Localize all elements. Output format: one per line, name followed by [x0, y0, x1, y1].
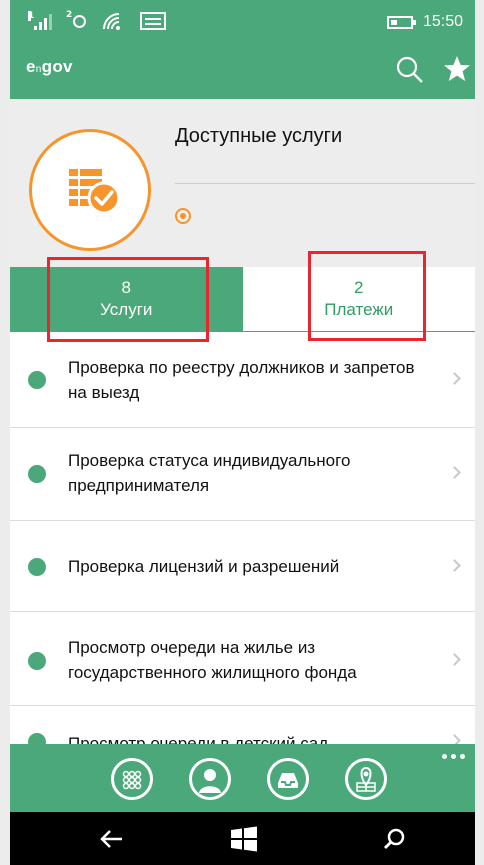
list-item-label: Просмотр очереди в детский сад — [68, 734, 329, 744]
page-title: Доступные услуги — [175, 125, 343, 147]
tab-bar: 8 Услуги 2 Платежи — [10, 267, 475, 332]
tab-payments-label: Платежи — [324, 300, 394, 319]
chevron-right-icon — [448, 734, 461, 744]
status-dot-icon — [28, 558, 46, 576]
inbox-icon[interactable] — [267, 758, 309, 800]
map-icon[interactable] — [345, 758, 387, 800]
search-icon[interactable] — [394, 54, 426, 86]
signal-2-number: 2 — [66, 10, 73, 20]
tab-services-label: Услуги — [100, 300, 153, 319]
status-dot-icon — [28, 465, 46, 483]
status-bar: 1 2 15:50 — [10, 0, 475, 48]
status-dot-icon — [28, 733, 46, 744]
more-icon[interactable] — [442, 754, 465, 759]
status-dot-icon — [28, 371, 46, 389]
list-item-label: Проверка лицензий и разрешений — [68, 557, 340, 576]
status-dot-icon — [28, 652, 46, 670]
list-item[interactable]: Проверка статуса индивидуального предпри… — [10, 428, 475, 521]
list-item[interactable]: Просмотр очереди на жилье из государстве… — [10, 612, 475, 706]
app-bar: engov — [10, 48, 475, 99]
egov-logo: engov — [26, 57, 73, 76]
service-header: Доступные услуги — [10, 99, 475, 267]
windows-icon[interactable] — [228, 824, 260, 854]
tab-services-count: 8 — [121, 278, 131, 297]
battery-icon — [386, 15, 416, 29]
search-icon[interactable] — [378, 824, 410, 854]
list-item[interactable]: Проверка лицензий и разрешений — [10, 521, 475, 612]
chevron-right-icon — [448, 372, 461, 385]
wifi-icon — [102, 12, 126, 30]
list-item[interactable]: Проверка по реестру должников и запретов… — [10, 332, 475, 428]
list-item-label: Просмотр очереди на жилье из государстве… — [68, 638, 357, 682]
phone-screen: 1 2 15:50 engov Доступные услуги 8 Услуг… — [10, 0, 475, 865]
chevron-right-icon — [448, 653, 461, 666]
top-bar: 1 2 15:50 engov — [10, 0, 475, 99]
status-radio-icon — [175, 208, 191, 224]
message-icon — [140, 12, 166, 30]
tab-services[interactable]: 8 Услуги — [10, 267, 243, 331]
list-item-label: Проверка статуса индивидуального предпри… — [68, 451, 351, 495]
services-checked-icon — [29, 129, 151, 251]
list-item[interactable]: Просмотр очереди в детский сад — [10, 706, 475, 744]
bottom-app-bar — [10, 744, 475, 812]
apps-grid-icon[interactable] — [111, 758, 153, 800]
signal-1-icon: 1 — [28, 11, 52, 30]
header-divider — [175, 183, 475, 184]
list-item-label: Проверка по реестру должников и запретов… — [68, 358, 415, 402]
star-icon[interactable] — [442, 54, 472, 84]
status-right: 15:50 — [386, 13, 463, 31]
tab-payments[interactable]: 2 Платежи — [242, 267, 475, 331]
chevron-right-icon — [448, 466, 461, 479]
services-list: Проверка по реестру должников и запретов… — [10, 332, 475, 744]
profile-icon[interactable] — [189, 758, 231, 800]
tab-payments-count: 2 — [354, 278, 364, 297]
back-icon[interactable] — [96, 824, 128, 854]
chevron-right-icon — [448, 559, 461, 572]
system-nav-bar — [10, 812, 475, 865]
signal-2-icon: 2 — [66, 10, 88, 30]
signal-1-number: 1 — [28, 11, 35, 21]
clock: 15:50 — [422, 13, 463, 30]
status-indicators: 1 2 — [28, 10, 166, 30]
